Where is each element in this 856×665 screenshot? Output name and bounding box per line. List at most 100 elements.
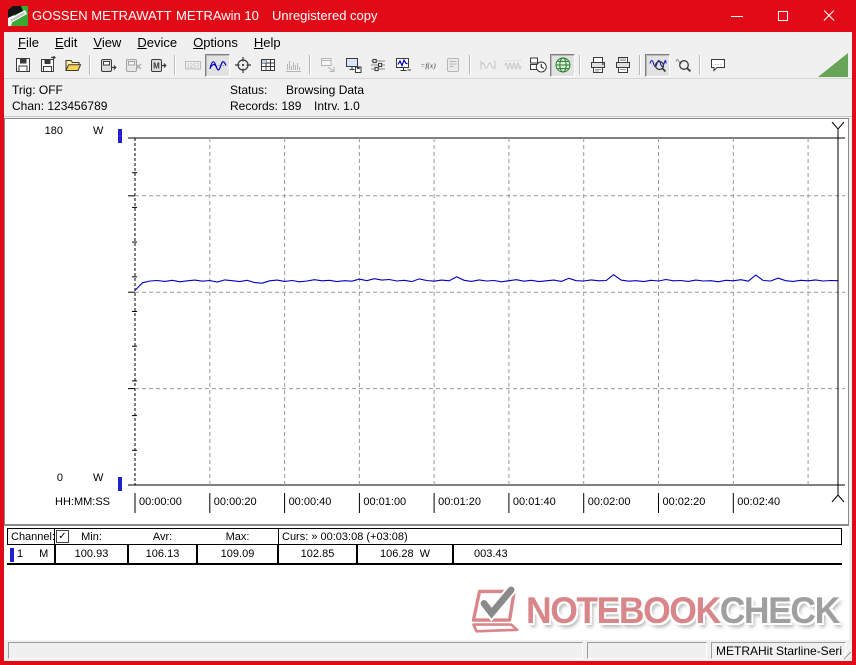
- header-max: Max:: [225, 530, 250, 543]
- cursor-b-value: 106.28: [379, 548, 414, 560]
- menu-item-device[interactable]: Device: [129, 33, 185, 52]
- zoom-curve-icon: [649, 60, 666, 73]
- maximize-icon: [778, 11, 788, 21]
- toolbar-button-channel-settings[interactable]: [365, 54, 390, 77]
- toolbar-button-monitor-save[interactable]: [340, 54, 365, 77]
- minimize-button[interactable]: [714, 0, 760, 32]
- toolbar-button-zoom-curve[interactable]: [645, 53, 670, 77]
- formula-icon: =f(x): [420, 61, 436, 70]
- device-memory-icon: M: [150, 59, 167, 72]
- lcd-display-icon: 1257: [184, 61, 201, 70]
- title-license-status: Unregistered copy: [272, 8, 378, 23]
- title-bar[interactable]: GOSSEN METRAWATT METRAwin 10 Unregistere…: [0, 0, 856, 32]
- readout-table-header: Channel: ✓ Min: Avr: Max: Curs: » 00:03:…: [7, 528, 842, 545]
- toolbar-button-curve-view[interactable]: [205, 53, 230, 77]
- cell-max: 109.09: [196, 545, 277, 563]
- wave-multi-icon: [504, 60, 521, 70]
- channel-visibility-checkbox[interactable]: ✓: [56, 530, 69, 543]
- menu-item-edit[interactable]: Edit: [47, 33, 85, 52]
- status-label: Status:: [230, 83, 268, 97]
- device-disconnect-icon: [125, 59, 141, 72]
- readout-table: Channel: ✓ Min: Avr: Max: Curs: » 00:03:…: [4, 525, 849, 640]
- menu-item-help[interactable]: Help: [246, 33, 289, 52]
- toolbar-button-record-timer[interactable]: [525, 54, 550, 77]
- statusbar-pane-1: [8, 642, 583, 659]
- minimize-icon: [731, 15, 743, 17]
- header-min: ✓ Min:: [55, 529, 128, 544]
- header-min-label: Min:: [81, 530, 102, 543]
- toolbar-corner-triangle: [818, 53, 848, 77]
- print-icon: [615, 57, 630, 73]
- status-value: Browsing Data: [286, 83, 365, 97]
- chart-plot[interactable]: [5, 119, 848, 524]
- svg-text:···: ···: [714, 61, 721, 68]
- chart-panel: 180 W 0 W HH:MM:SS 00:00:00 00:00:20 00:00…: [4, 118, 849, 525]
- menu-item-view[interactable]: View: [85, 33, 129, 52]
- toolbar-button-formula[interactable]: =f(x): [415, 54, 440, 77]
- toolbar-button-lcd-display: 1257: [180, 54, 205, 77]
- toolbar-separator: [174, 55, 176, 75]
- toolbar-button-monitor-live[interactable]: [390, 54, 415, 77]
- channel-settings-icon: [370, 58, 385, 72]
- toolbar-button-save-export[interactable]: [35, 54, 60, 77]
- monitor-live-icon: [395, 58, 411, 71]
- cell-cursor-b: 106.28 W: [356, 545, 452, 563]
- toolbar-button-copy-window: [315, 54, 340, 77]
- toolbar-button-online-mode[interactable]: [550, 53, 575, 77]
- monitor-save-icon: [345, 58, 361, 73]
- cell-cursor-a: 102.85: [277, 545, 356, 563]
- table-row[interactable]: 1 M 100.93 106.13 109.09 102.85 106.28 W…: [7, 545, 842, 565]
- toolbar-button-open-folder[interactable]: [60, 54, 85, 77]
- header-cursor: Curs: » 00:03:08 (+03:08): [278, 529, 453, 544]
- statusbar-device-name: METRAHit Starline-Seri: [711, 642, 846, 659]
- toolbar-separator: [309, 55, 311, 75]
- menu-item-options[interactable]: Options: [185, 33, 246, 52]
- cell-channel: 1 M: [7, 545, 54, 563]
- svg-text:=f(x): =f(x): [420, 61, 436, 70]
- online-mode-icon: [555, 57, 570, 73]
- app-logo-icon: [8, 6, 28, 26]
- interval-value: Intrv. 1.0: [314, 99, 360, 113]
- toolbar-button-zoom-lens[interactable]: [670, 54, 695, 77]
- maximize-button[interactable]: [760, 0, 806, 32]
- cell-min: 100.93: [54, 545, 127, 563]
- toolbar-button-device-memory[interactable]: M: [145, 54, 170, 77]
- trigger-status: Trig: OFF: [12, 83, 63, 97]
- header-spacer: [453, 529, 841, 544]
- toolbar-separator: [579, 55, 581, 75]
- toolbar-separator: [639, 55, 641, 75]
- statusbar-pane-2: [587, 642, 707, 659]
- svg-text:1257: 1257: [186, 63, 199, 69]
- channel-color-marker: [10, 548, 14, 562]
- print-preview-icon: [590, 57, 605, 73]
- toolbar-button-device-config: [440, 54, 465, 77]
- curve-view-icon: [208, 61, 227, 71]
- title-brand: GOSSEN METRAWATT: [32, 8, 172, 23]
- window-content: File Edit View Device Options Help M 1257 =f(x)…: [4, 32, 852, 661]
- toolbar-separator: [699, 55, 701, 75]
- open-folder-icon: [64, 60, 81, 71]
- toolbar-button-crosshair-cursor[interactable]: [230, 54, 255, 77]
- toolbar-button-wave-single: [475, 54, 500, 77]
- crosshair-cursor-icon: [234, 57, 251, 73]
- toolbar-button-wave-multi: [500, 54, 525, 77]
- toolbar-button-print-preview[interactable]: [585, 54, 610, 77]
- annotation-icon: ···: [710, 59, 725, 72]
- toolbar-button-annotation[interactable]: ···: [705, 54, 730, 77]
- copy-window-icon: [320, 58, 334, 72]
- close-icon: [823, 10, 835, 22]
- wave-single-icon: [480, 60, 495, 70]
- record-timer-icon: [529, 57, 547, 73]
- toolbar-button-save-file[interactable]: [10, 54, 35, 77]
- menu-item-file[interactable]: File: [10, 33, 47, 52]
- menubar: File Edit View Device Options Help: [4, 32, 852, 52]
- svg-text:M: M: [153, 62, 160, 71]
- device-read-icon: [100, 59, 117, 72]
- cell-delta: 003.43: [452, 545, 842, 563]
- toolbar-button-device-read[interactable]: [95, 54, 120, 77]
- toolbar-button-table-view[interactable]: [255, 54, 280, 77]
- toolbar-button-print[interactable]: [610, 54, 635, 77]
- close-button[interactable]: [806, 0, 852, 32]
- header-avr: Avr:: [152, 530, 173, 543]
- histogram-view-icon: [285, 61, 301, 72]
